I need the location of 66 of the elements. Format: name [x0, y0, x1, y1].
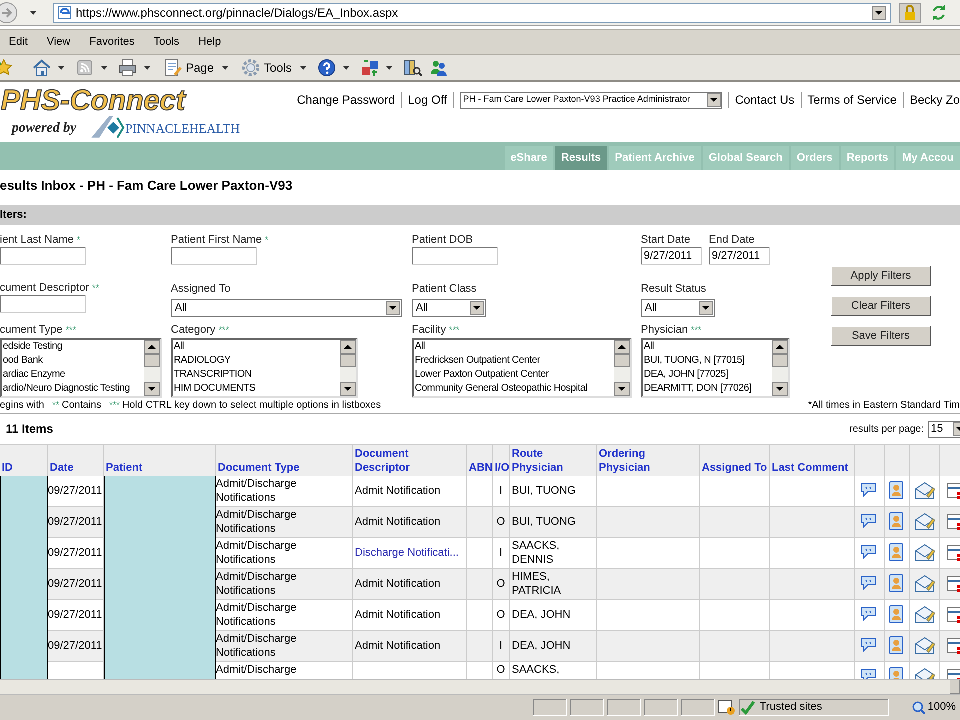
field-label: Patient Class [412, 282, 478, 296]
menu-item[interactable]: Help [198, 34, 222, 50]
practice-select[interactable]: PH - Fam Care Lower Paxton-V93 Practice Administrator [460, 92, 722, 108]
logo-drawing: PHS-Connect powered by PINNACLEHEALTH [0, 82, 250, 140]
list-option[interactable]: HIM DOCUMENTS [174, 382, 340, 396]
field-label: Facility *** [412, 323, 461, 336]
header-link[interactable]: Becky Zo [910, 91, 960, 109]
list-box[interactable]: All RADIOLOGY TRANSCRIPTION HIM DOCUMENTS [171, 338, 358, 398]
filter-button[interactable]: Clear Filters [831, 296, 931, 316]
hint-text: egins with [0, 399, 44, 413]
menu-item[interactable]: View [46, 34, 72, 50]
header-link[interactable]: Change Password [297, 91, 396, 109]
menu-item[interactable]: Favorites [88, 34, 136, 50]
select-field[interactable]: All [412, 299, 486, 317]
list-option[interactable]: Fredricksen Outpatient Center [415, 354, 614, 368]
list-option[interactable]: DEA, JOHN [77025] [644, 368, 772, 382]
input-field[interactable]: 9/27/2011 [641, 247, 702, 265]
field-label: Patient First Name * [171, 233, 270, 246]
toolbar-menu[interactable]: Tools [239, 56, 294, 78]
per-page-label: results per page: [850, 422, 924, 436]
field-label: Assigned To [171, 282, 232, 296]
list-option[interactable]: All [644, 340, 772, 354]
hint-text: ** Contains [52, 399, 102, 413]
list-option[interactable]: BUI, TUONG, N [77015] [644, 354, 772, 368]
list-option[interactable]: DEARMITT, DON [77026] [644, 382, 772, 396]
list-option[interactable]: ardio/Neuro Diagnostic Testing [3, 382, 144, 396]
list-box[interactable]: All Fredricksen Outpatient Center Lower Paxton Outpatient Center Community General Osteopathic Hospital [412, 338, 632, 398]
list-option[interactable]: TRANSCRIPTION [174, 368, 340, 382]
security-zone: Trusted sites [760, 700, 822, 716]
filter-button[interactable]: Save Filters [831, 326, 931, 346]
header-link[interactable]: Terms of Service [808, 91, 897, 109]
header-link[interactable]: Log Off [408, 91, 448, 109]
field-label: ient Last Name * [0, 233, 82, 246]
field-label: Category *** [171, 323, 230, 336]
header-link[interactable]: Contact Us [735, 91, 795, 109]
field-label: Start Date [641, 233, 692, 246]
address-field[interactable]: https://www.phsconnect.org/pinnacle/Dialogs/EA_Inbox.aspx [53, 2, 891, 22]
field-label: End Date [709, 233, 756, 246]
filters-heading: lters: [0, 205, 960, 225]
list-option[interactable]: ood Bank [3, 354, 144, 368]
list-box[interactable]: All BUI, TUONG, N [77015] DEA, JOHN [77025] DEARMITT, DON [77026] [641, 338, 790, 398]
timezone-note: *All times in Eastern Standard Tim [808, 399, 960, 413]
page-title: esults Inbox - PH - Fam Care Lower Paxton-V93 [0, 177, 294, 196]
list-option[interactable]: edside Testing [3, 340, 144, 354]
list-option[interactable]: RADIOLOGY [174, 354, 340, 368]
list-option[interactable]: Community General Osteopathic Hospital [415, 382, 614, 396]
zoom-level[interactable]: 100% [928, 699, 956, 716]
hint-text: *** Hold CTRL key down to select multiple options in listboxes [109, 399, 382, 413]
menu-item[interactable]: Tools [152, 34, 181, 50]
select-field[interactable]: All [641, 299, 715, 317]
per-page-select[interactable]: 15 [928, 420, 960, 438]
menu-item[interactable]: Edit [8, 34, 29, 50]
field-label: Result Status [641, 282, 708, 296]
field-label: cument Type *** [0, 323, 78, 336]
list-option[interactable]: Lower Paxton Outpatient Center [415, 368, 614, 382]
field-label: cument Descriptor ** [0, 281, 100, 294]
list-option[interactable]: ardiac Enzyme [3, 368, 144, 382]
field-label: Physician *** [641, 323, 703, 336]
item-count: 11 Items [6, 421, 54, 438]
list-option[interactable]: All [415, 340, 614, 354]
toolbar-menu[interactable]: Page [161, 56, 216, 78]
filter-button[interactable]: Apply Filters [831, 266, 931, 286]
select-field[interactable]: All [171, 299, 402, 317]
input-field[interactable]: 9/27/2011 [709, 247, 770, 265]
field-label: Patient DOB [412, 233, 474, 246]
list-option[interactable]: All [174, 340, 340, 354]
